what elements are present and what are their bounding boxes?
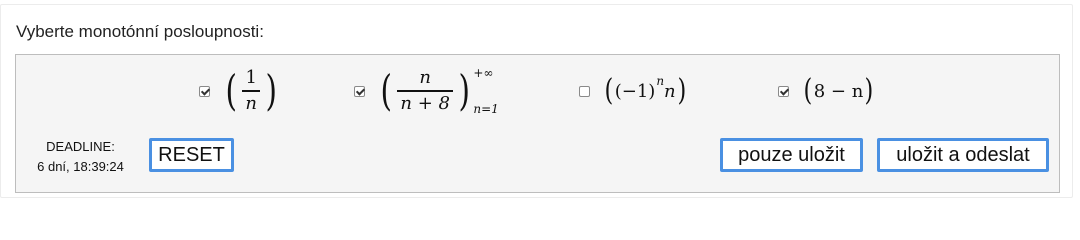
option-1-denominator: n [245, 92, 257, 114]
option-2-denominator: n + 8 [400, 92, 450, 114]
option-3-exponent: n [656, 74, 665, 88]
option-4-checkbox[interactable] [778, 85, 789, 97]
answer-panel: ( 1 n ) ( n n + 8 ) +∞ n=1 ((−1) n n) … [15, 54, 1060, 193]
option-2-expression: ( n n + 8 ) +∞ n=1 [380, 66, 499, 116]
option-4-expression: ( 8 − n ) [803, 73, 874, 108]
deadline-label: DEADLINE: [46, 139, 115, 154]
option-3[interactable]: ( (−1) n n ) [579, 55, 687, 127]
option-1-numerator: 1 [245, 67, 257, 89]
save-button[interactable]: pouze uložit [720, 138, 863, 172]
option-2-lower-limit: n=1 [473, 102, 499, 116]
deadline-remaining: 6 dní, 18:39:24 [37, 159, 124, 174]
option-3-tail: n [664, 80, 676, 102]
option-3-checkbox[interactable] [579, 85, 590, 97]
option-1-checkbox[interactable] [199, 85, 210, 97]
option-3-base: (−1) [614, 80, 656, 102]
option-2-upper-limit: +∞ [473, 66, 494, 80]
option-1-expression: ( 1 n ) [225, 66, 277, 115]
option-4-value: 8 − n [813, 80, 864, 102]
option-4[interactable]: ( 8 − n ) [778, 55, 875, 127]
question-prompt: Vyberte monotónní posloupnosti: [16, 22, 264, 41]
question-container: Vyberte monotónní posloupnosti: ( 1 n ) … [0, 4, 1073, 198]
reset-button[interactable]: RESET [149, 138, 234, 172]
option-2-checkbox[interactable] [354, 85, 365, 97]
save-submit-button[interactable]: uložit a odeslat [877, 138, 1049, 172]
option-2-numerator: n [419, 67, 431, 89]
deadline-info: DEADLINE: 6 dní, 18:39:24 [23, 137, 138, 177]
option-3-expression: ( (−1) n n ) [604, 73, 686, 108]
option-1[interactable]: ( 1 n ) [199, 55, 279, 127]
option-2[interactable]: ( n n + 8 ) +∞ n=1 [354, 55, 499, 127]
